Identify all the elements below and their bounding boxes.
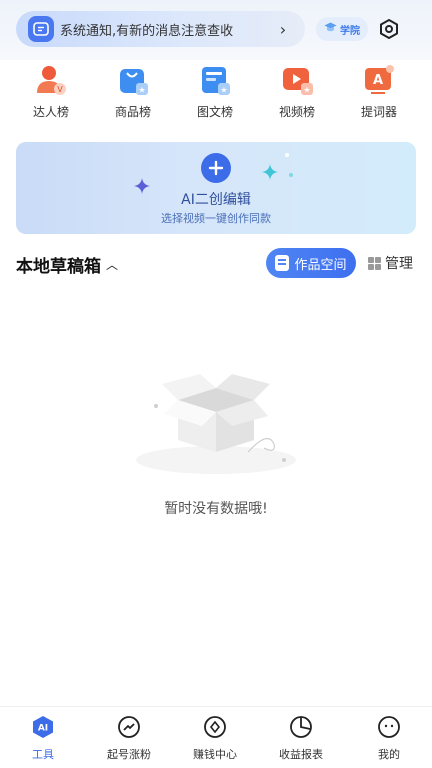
profile-icon xyxy=(378,716,400,738)
earn-money-icon xyxy=(204,716,226,738)
tool-label: 提词器 xyxy=(360,105,397,119)
revenue-report-icon xyxy=(290,716,312,738)
image-text-ranking-icon: ★ xyxy=(202,67,230,95)
svg-text:★: ★ xyxy=(138,86,145,95)
chevron-up-icon: ︿ xyxy=(106,258,119,272)
workspace-label: 作品空间 xyxy=(294,257,347,273)
tab-label: 我的 xyxy=(378,748,400,761)
tab-tools[interactable]: AI 工具 xyxy=(3,715,83,767)
dot-decoration xyxy=(289,173,293,177)
svg-text:★: ★ xyxy=(220,86,227,95)
tool-label: 视频榜 xyxy=(278,105,315,119)
drafts-title: 本地草稿箱 xyxy=(16,257,101,277)
notice-message-icon xyxy=(28,16,54,42)
academy-button[interactable]: 学院 xyxy=(316,17,368,41)
tool-label: 达人榜 xyxy=(32,105,69,119)
video-ranking-icon: ★ xyxy=(283,68,313,95)
local-drafts-toggle[interactable]: 本地草稿箱 ︿ xyxy=(16,252,118,277)
graduation-cap-icon xyxy=(324,22,337,36)
tab-earn-money[interactable]: 赚钱中心 xyxy=(175,715,255,767)
ai-tools-icon: AI xyxy=(33,716,53,738)
svg-text:A: A xyxy=(373,73,383,88)
tool-video-ranking[interactable]: ★ 视频榜 xyxy=(262,60,332,126)
ai-banner-subtitle: 选择视频一键创作同款 xyxy=(161,212,271,225)
tool-shortcuts: V 达人榜 ★ 商品榜 ★ 图文榜 ★ 视频榜 A 提词器 xyxy=(0,60,432,130)
dot-decoration xyxy=(285,153,289,157)
svg-text:★: ★ xyxy=(303,86,310,95)
tab-growth[interactable]: 起号涨粉 xyxy=(89,715,169,767)
notice-text: 系统通知,有新的消息注意查收 xyxy=(60,23,234,39)
tab-profile[interactable]: 我的 xyxy=(349,715,429,767)
grid-icon xyxy=(368,256,381,270)
teleprompter-icon: A xyxy=(365,65,394,94)
bottom-tab-bar: AI 工具 起号涨粉 赚钱中心 收益报表 我的 xyxy=(0,706,432,768)
ai-remix-banner[interactable]: AI二创编辑 选择视频一键创作同款 xyxy=(16,142,416,234)
manage-label: 管理 xyxy=(385,256,413,272)
tab-revenue-report[interactable]: 收益报表 xyxy=(261,715,341,767)
svg-text:V: V xyxy=(57,85,63,94)
empty-state-text: 暂时没有数据哦! xyxy=(164,501,268,517)
tab-label: 赚钱中心 xyxy=(193,748,237,761)
tool-teleprompter[interactable]: A 提词器 xyxy=(344,60,414,126)
academy-label: 学院 xyxy=(340,25,360,37)
empty-box-illustration xyxy=(136,374,296,474)
sparkle-icon xyxy=(262,164,278,180)
tab-label: 工具 xyxy=(32,748,54,761)
system-notice-bar[interactable]: 系统通知,有新的消息注意查收 › xyxy=(16,11,305,47)
tool-label: 商品榜 xyxy=(114,105,151,119)
tab-label: 起号涨粉 xyxy=(107,748,151,761)
add-remix-button[interactable] xyxy=(201,153,231,183)
tool-influencer-ranking[interactable]: V 达人榜 xyxy=(16,60,86,126)
tab-label: 收益报表 xyxy=(279,748,323,761)
tool-label: 图文榜 xyxy=(196,105,233,119)
influencer-ranking-icon: V xyxy=(37,66,66,95)
product-ranking-icon: ★ xyxy=(120,69,148,95)
settings-hexagon-icon xyxy=(380,19,398,39)
chevron-right-icon: › xyxy=(279,19,287,39)
plus-icon xyxy=(208,160,224,176)
growth-icon xyxy=(118,716,140,738)
tool-image-text-ranking[interactable]: ★ 图文榜 xyxy=(180,60,250,126)
manage-button[interactable]: 管理 xyxy=(368,252,413,274)
tool-product-ranking[interactable]: ★ 商品榜 xyxy=(98,60,168,126)
document-icon xyxy=(275,255,290,271)
svg-text:AI: AI xyxy=(38,724,48,734)
ai-banner-title: AI二创编辑 xyxy=(181,192,251,208)
workspace-button[interactable]: 作品空间 xyxy=(266,248,356,278)
settings-button[interactable] xyxy=(376,15,402,43)
